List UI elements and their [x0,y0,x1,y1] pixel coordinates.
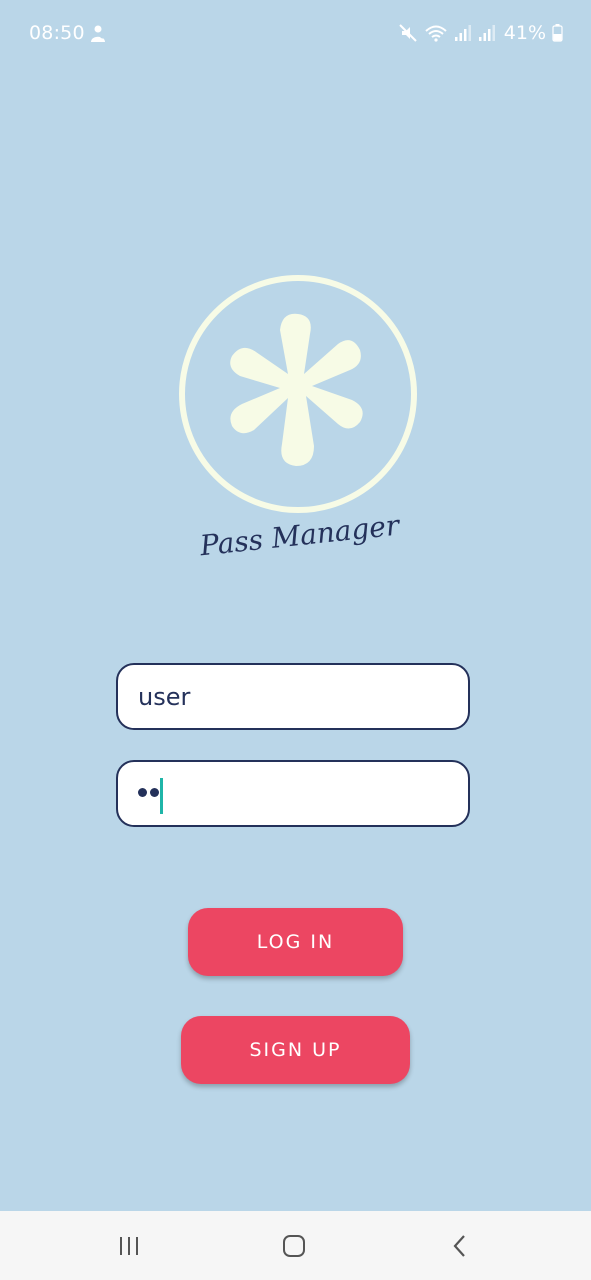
signal-icon [454,25,471,41]
signup-button[interactable]: SIGN UP [181,1016,410,1084]
asterisk-icon [230,313,363,466]
home-button[interactable] [279,1231,309,1261]
password-dot [138,788,147,797]
recents-button[interactable] [114,1231,144,1261]
signal-icon [478,25,495,41]
password-dot [150,788,159,797]
password-field[interactable] [116,760,470,827]
recents-icon [120,1237,138,1255]
back-button[interactable] [445,1231,475,1261]
status-time: 08:50 [29,22,85,44]
logo-text: Pass Manager [197,508,402,562]
status-icons: 41% [398,22,563,44]
back-icon [453,1235,465,1257]
battery-icon [552,24,563,42]
wifi-icon [425,25,447,42]
username-field[interactable]: user [116,663,470,730]
status-bar: 08:50 41% [0,0,591,70]
mute-icon [399,24,417,42]
navigation-bar [0,1211,591,1280]
app-logo: Pass Manager [179,275,417,562]
person-notification-icon [91,25,105,42]
home-icon [283,1235,305,1257]
text-caret [160,778,163,814]
battery-level: 41% [503,22,546,44]
password-mask [138,788,159,797]
username-value: user [138,683,191,711]
login-button[interactable]: LOG IN [188,908,403,976]
